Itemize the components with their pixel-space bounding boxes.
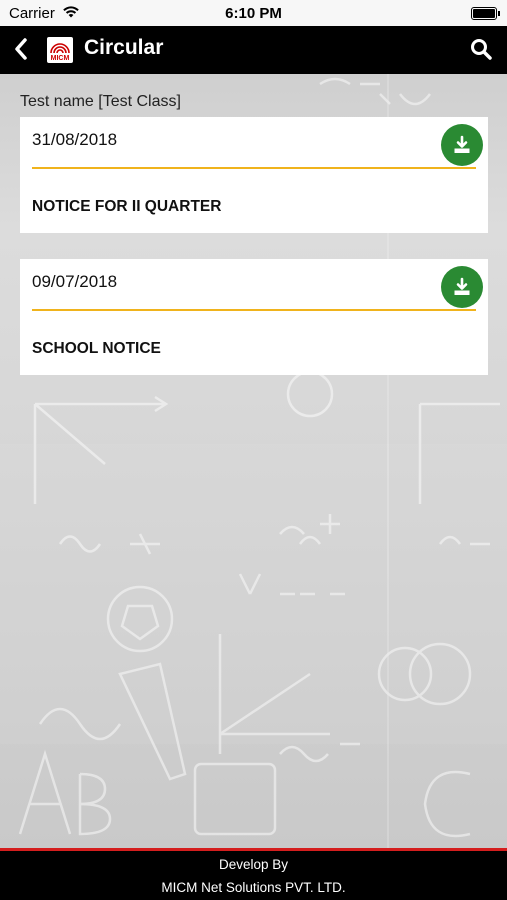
download-icon bbox=[454, 277, 470, 295]
page-title: Circular bbox=[84, 36, 164, 59]
card-divider bbox=[32, 309, 476, 311]
download-button[interactable] bbox=[441, 266, 483, 308]
download-icon bbox=[454, 135, 470, 153]
card-divider bbox=[32, 167, 476, 169]
chevron-left-icon bbox=[15, 38, 27, 60]
download-button[interactable] bbox=[441, 124, 483, 166]
footer-develop-label: Develop By bbox=[218, 857, 289, 872]
class-name-label: Test name [Test Class] bbox=[20, 93, 181, 110]
circular-date: 09/07/2018 bbox=[32, 272, 118, 291]
status-bar: Carrier 6:10 PM bbox=[0, 0, 507, 26]
circular-card[interactable]: 09/07/2018 SCHOOL NOTICE bbox=[20, 259, 488, 375]
logo-text: MICM bbox=[50, 55, 70, 62]
footer-company-name: MICM Net Solutions PVT. LTD. bbox=[161, 880, 346, 895]
back-button[interactable] bbox=[12, 36, 30, 67]
circular-title: NOTICE FOR II QUARTER bbox=[32, 198, 222, 215]
search-icon bbox=[471, 39, 492, 60]
circular-title: SCHOOL NOTICE bbox=[32, 340, 161, 357]
status-time: 6:10 PM bbox=[225, 5, 282, 22]
search-button[interactable] bbox=[469, 37, 493, 66]
circular-card[interactable]: 31/08/2018 NOTICE FOR II QUARTER bbox=[20, 117, 488, 233]
content-area[interactable]: Test name [Test Class] 31/08/2018 NOTICE… bbox=[0, 74, 507, 848]
circular-date: 31/08/2018 bbox=[32, 130, 118, 149]
footer: Develop By MICM Net Solutions PVT. LTD. bbox=[0, 848, 507, 900]
app-logo: MICM bbox=[47, 37, 73, 63]
battery-icon bbox=[471, 7, 500, 20]
app-header: MICM Circular bbox=[0, 26, 507, 74]
